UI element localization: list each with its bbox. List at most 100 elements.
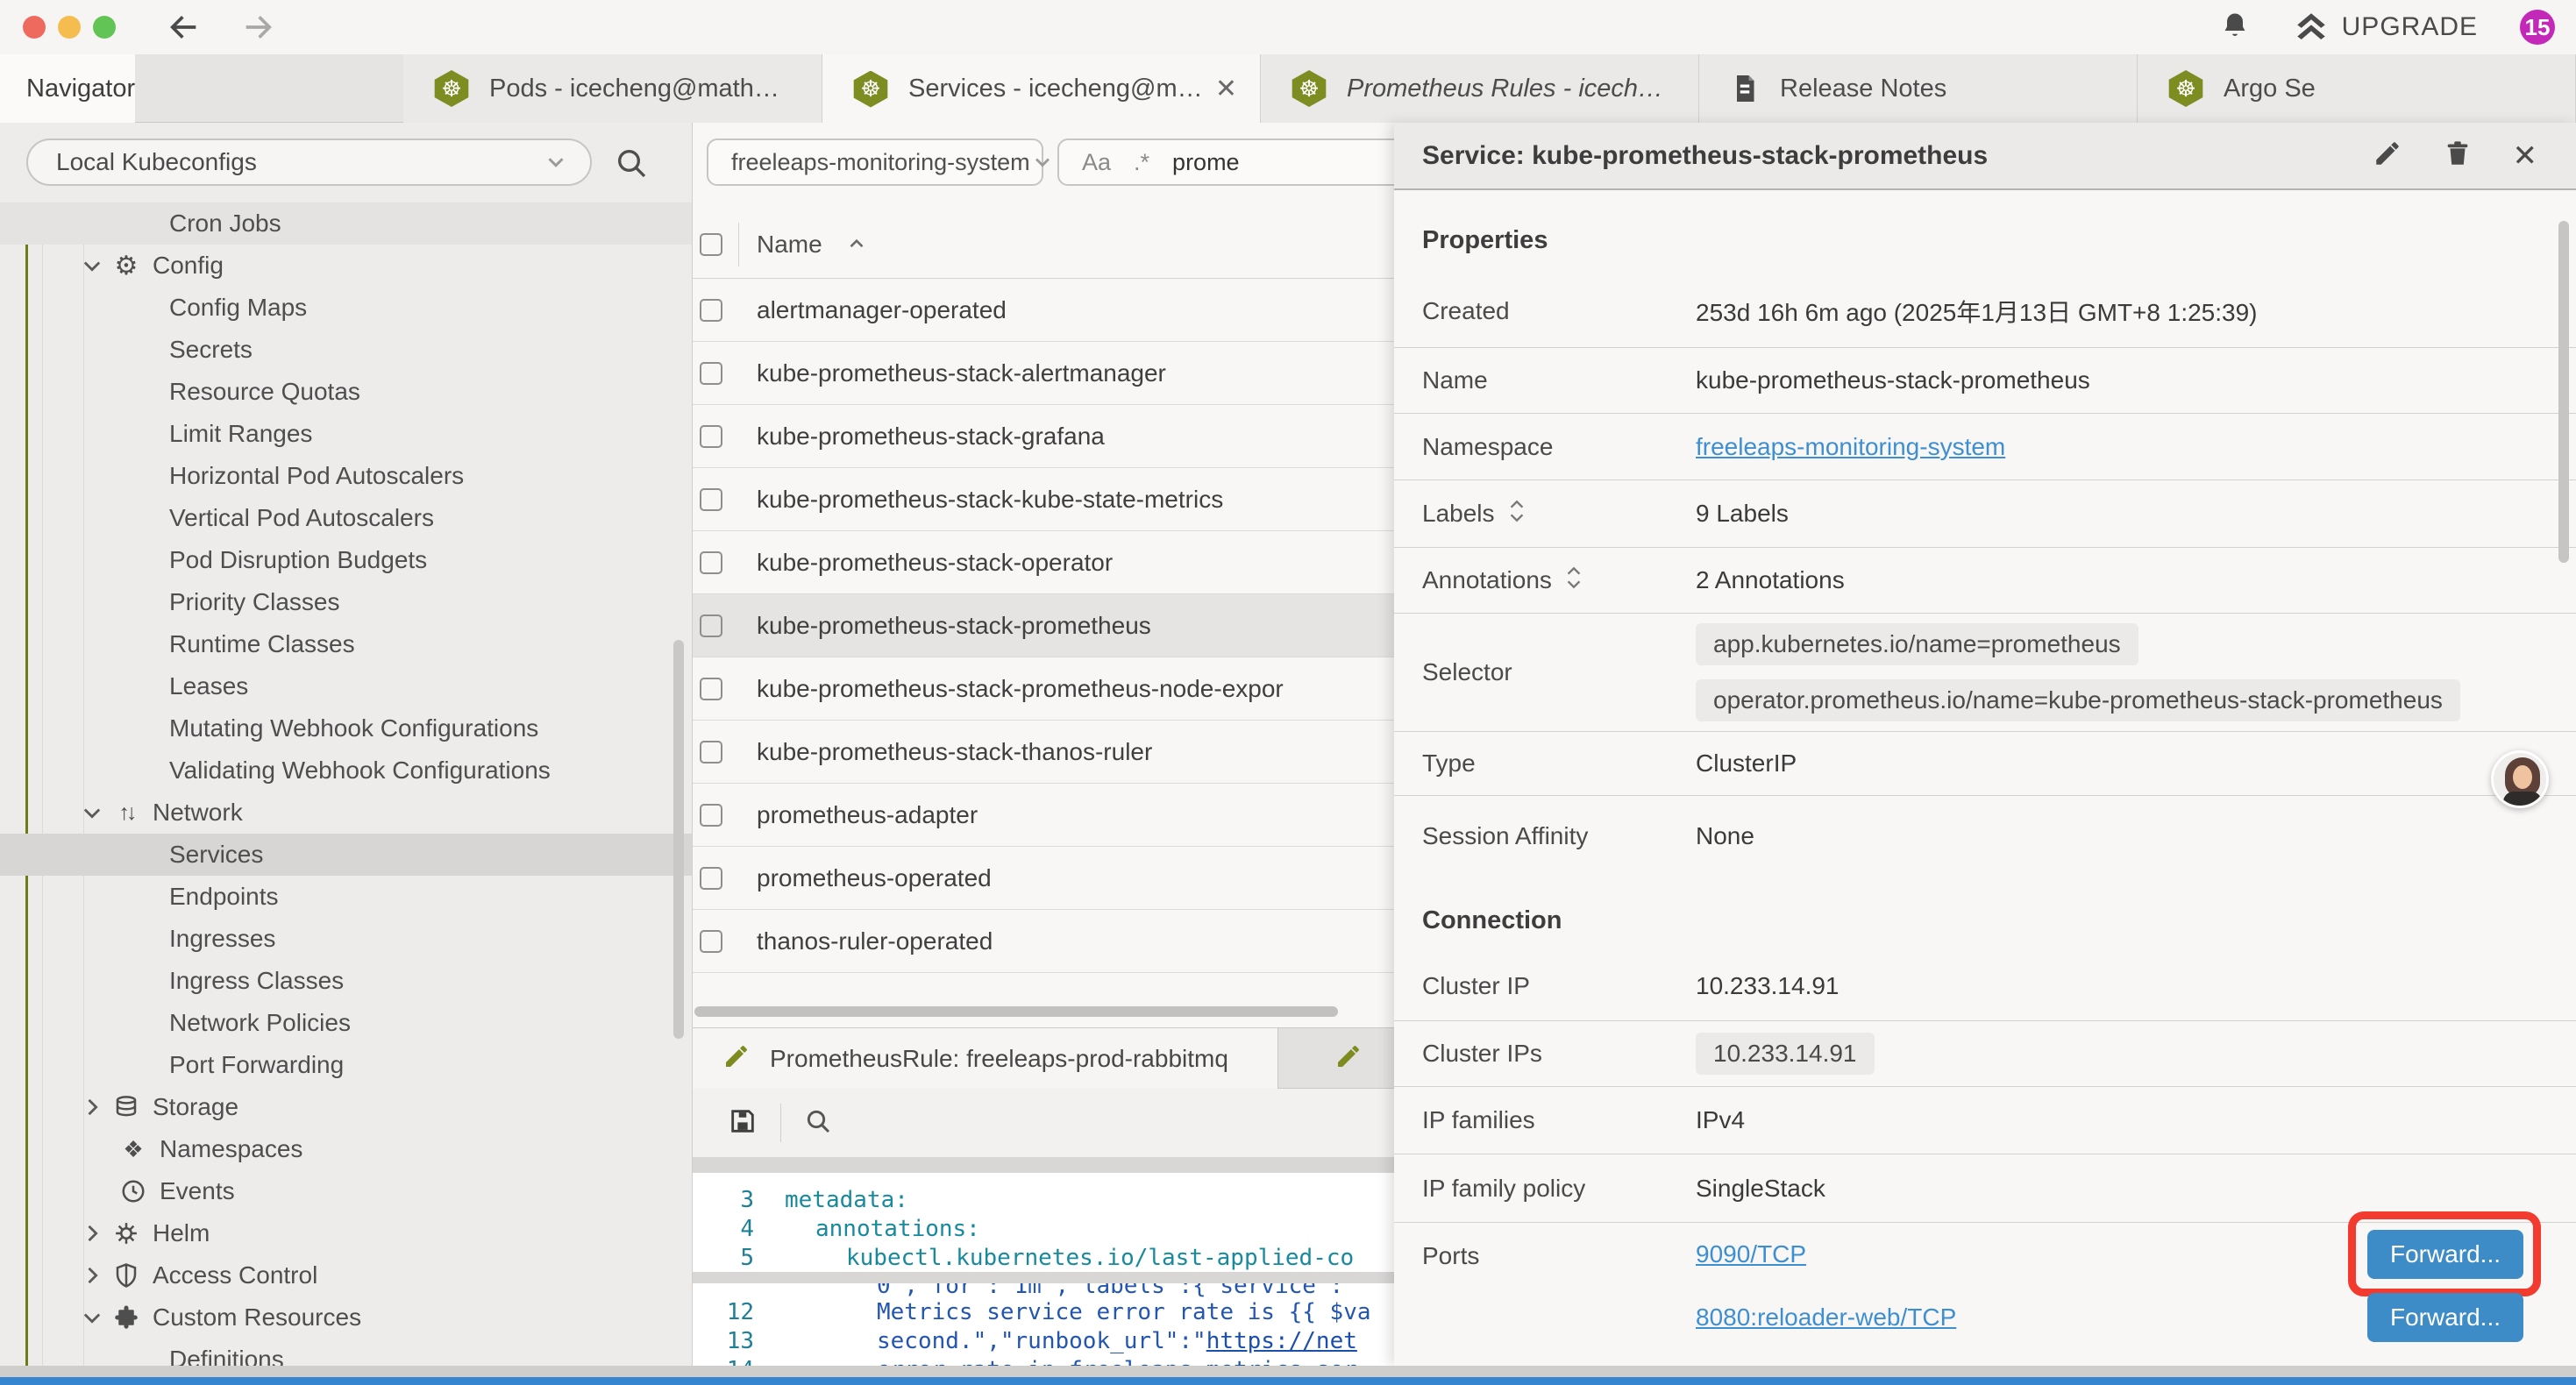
sidebar-item-ingress-classes[interactable]: Ingress Classes bbox=[0, 960, 693, 1002]
sidebar-item-events[interactable]: Events bbox=[0, 1170, 693, 1212]
delete-trash-icon[interactable] bbox=[2443, 138, 2473, 173]
sidebar-item-leases[interactable]: Leases bbox=[0, 665, 693, 707]
sidebar-item-helm[interactable]: Helm bbox=[0, 1212, 693, 1254]
dock-tab-2[interactable] bbox=[1278, 1028, 1394, 1088]
tab-prometheus-rules-icecheng[interactable]: ☸Prometheus Rules - icecheng... bbox=[1261, 54, 1699, 123]
sidebar-item-network-policies[interactable]: Network Policies bbox=[0, 1002, 693, 1044]
sidebar-item-endpoints[interactable]: Endpoints bbox=[0, 876, 693, 918]
sidebar-item-services[interactable]: Services bbox=[0, 834, 693, 876]
regex-toggle[interactable]: .* bbox=[1134, 149, 1149, 176]
tab-argo-se[interactable]: ☸Argo Se bbox=[2138, 54, 2576, 123]
sidebar-item-access-control[interactable]: Access Control bbox=[0, 1254, 693, 1296]
table-row-kube-prometheus-stack-alertmanager[interactable]: kube-prometheus-stack-alertmanager bbox=[693, 342, 1394, 405]
sidebar-item-pod-disruption-budgets[interactable]: Pod Disruption Budgets bbox=[0, 539, 693, 581]
notifications-badge[interactable]: 15 bbox=[2520, 10, 2555, 45]
edit-pencil-icon[interactable] bbox=[2373, 138, 2402, 173]
sidebar-item-limit-ranges[interactable]: Limit Ranges bbox=[0, 413, 693, 455]
row-checkbox[interactable] bbox=[700, 488, 722, 511]
tab-services-icecheng-math[interactable]: ☸Services - icecheng@math...✕ bbox=[822, 54, 1261, 124]
chevron-right-icon[interactable] bbox=[77, 1221, 107, 1246]
table-row-prometheus-adapter[interactable]: prometheus-adapter bbox=[693, 784, 1394, 847]
table-horizontal-scrollbar[interactable] bbox=[694, 1006, 1338, 1017]
sidebar-item-validating-webhook-configurations[interactable]: Validating Webhook Configurations bbox=[0, 749, 693, 792]
navigator-panel-tab[interactable]: Navigator bbox=[0, 54, 135, 123]
editor-search-icon[interactable] bbox=[804, 1107, 832, 1140]
sidebar-item-priority-classes[interactable]: Priority Classes bbox=[0, 581, 693, 623]
editor-scrollbar-band[interactable] bbox=[693, 1157, 1394, 1173]
row-checkbox[interactable] bbox=[700, 930, 722, 953]
table-row-kube-prometheus-stack-operator[interactable]: kube-prometheus-stack-operator bbox=[693, 531, 1394, 594]
row-checkbox[interactable] bbox=[700, 299, 722, 322]
row-checkbox[interactable] bbox=[700, 425, 722, 448]
sidebar-scrollbar[interactable] bbox=[673, 640, 684, 1039]
forward-button[interactable]: Forward... bbox=[2367, 1230, 2523, 1279]
row-checkbox[interactable] bbox=[700, 551, 722, 574]
sidebar-item-namespaces[interactable]: ❖Namespaces bbox=[0, 1128, 693, 1170]
avatar[interactable] bbox=[2491, 750, 2549, 808]
search-icon[interactable] bbox=[614, 146, 649, 185]
table-row-prometheus-operated[interactable]: prometheus-operated bbox=[693, 847, 1394, 910]
table-row-kube-prometheus-stack-kube-state-metrics[interactable]: kube-prometheus-stack-kube-state-metrics bbox=[693, 468, 1394, 531]
search-input[interactable]: Aa .* prome bbox=[1057, 138, 1394, 186]
save-icon[interactable] bbox=[728, 1106, 758, 1140]
sidebar-item-ingresses[interactable]: Ingresses bbox=[0, 918, 693, 960]
expand-collapse-icon[interactable] bbox=[1507, 498, 1526, 530]
port-link[interactable]: 9090/TCP bbox=[1696, 1240, 2367, 1268]
minimize-window-button[interactable] bbox=[58, 16, 81, 39]
forward-arrow-icon[interactable] bbox=[240, 10, 275, 45]
sidebar-item-definitions[interactable]: Definitions bbox=[0, 1339, 693, 1366]
sidebar-item-runtime-classes[interactable]: Runtime Classes bbox=[0, 623, 693, 665]
sidebar-item-custom-resources[interactable]: Custom Resources bbox=[0, 1296, 693, 1339]
sidebar-item-config[interactable]: ⚙Config bbox=[0, 245, 693, 287]
bell-icon[interactable] bbox=[2219, 10, 2251, 46]
table-row-thanos-ruler-operated[interactable]: thanos-ruler-operated bbox=[693, 910, 1394, 973]
drawer-scrollbar[interactable] bbox=[2558, 221, 2569, 563]
table-row-kube-prometheus-stack-thanos-ruler[interactable]: kube-prometheus-stack-thanos-ruler bbox=[693, 721, 1394, 784]
sidebar-item-resource-quotas[interactable]: Resource Quotas bbox=[0, 371, 693, 413]
tab-release-notes[interactable]: Release Notes bbox=[1699, 54, 2138, 123]
sidebar-item-config-maps[interactable]: Config Maps bbox=[0, 287, 693, 329]
table-row-kube-prometheus-stack-grafana[interactable]: kube-prometheus-stack-grafana bbox=[693, 405, 1394, 468]
chevron-down-icon[interactable] bbox=[77, 253, 107, 278]
back-arrow-icon[interactable] bbox=[167, 10, 202, 45]
table-row-kube-prometheus-stack-prometheus[interactable]: kube-prometheus-stack-prometheus bbox=[693, 594, 1394, 657]
row-checkbox[interactable] bbox=[700, 867, 722, 890]
sidebar-item-network[interactable]: ↑↓Network bbox=[0, 792, 693, 834]
table-row-alertmanager-operated[interactable]: alertmanager-operated bbox=[693, 279, 1394, 342]
yaml-editor[interactable]: 3metadata:4annotations:5kubectl.kubernet… bbox=[693, 1173, 1394, 1366]
row-checkbox[interactable] bbox=[700, 804, 722, 827]
sidebar-item-cron-jobs[interactable]: Cron Jobs bbox=[0, 202, 693, 245]
row-checkbox[interactable] bbox=[700, 741, 722, 764]
column-header-name[interactable]: Name bbox=[757, 231, 868, 259]
port-link[interactable]: 8080:reloader-web/TCP bbox=[1696, 1303, 2367, 1332]
select-all-checkbox[interactable] bbox=[700, 233, 722, 256]
tab-pods-icecheng-mathmas[interactable]: ☸Pods - icecheng@mathmas... bbox=[403, 54, 822, 123]
close-icon[interactable]: ✕ bbox=[1215, 74, 1237, 104]
forward-button[interactable]: Forward... bbox=[2367, 1293, 2523, 1342]
match-case-toggle[interactable]: Aa bbox=[1082, 149, 1111, 176]
sidebar-item-vertical-pod-autoscalers[interactable]: Vertical Pod Autoscalers bbox=[0, 497, 693, 539]
row-checkbox[interactable] bbox=[700, 614, 722, 637]
table-row-kube-prometheus-stack-prometheus-node-expor[interactable]: kube-prometheus-stack-prometheus-node-ex… bbox=[693, 657, 1394, 721]
close-window-button[interactable] bbox=[23, 16, 46, 39]
sidebar-item-storage[interactable]: Storage bbox=[0, 1086, 693, 1128]
row-checkbox[interactable] bbox=[700, 362, 722, 385]
chevron-right-icon[interactable] bbox=[77, 1263, 107, 1288]
sidebar-item-horizontal-pod-autoscalers[interactable]: Horizontal Pod Autoscalers bbox=[0, 455, 693, 497]
sidebar-item-port-forwarding[interactable]: Port Forwarding bbox=[0, 1044, 693, 1086]
kubeconfig-select[interactable]: Local Kubeconfigs bbox=[26, 138, 592, 186]
sidebar-item-mutating-webhook-configurations[interactable]: Mutating Webhook Configurations bbox=[0, 707, 693, 749]
editor-horizontal-scrollbar[interactable] bbox=[693, 1272, 1394, 1283]
row-checkbox[interactable] bbox=[700, 678, 722, 700]
upgrade-button[interactable]: UPGRADE bbox=[2293, 9, 2478, 46]
chevron-right-icon[interactable] bbox=[77, 1095, 107, 1119]
namespace-link[interactable]: freeleaps-monitoring-system bbox=[1696, 433, 2005, 460]
dock-tab-prometheusrule[interactable]: PrometheusRule: freeleaps-prod-rabbitmq bbox=[693, 1028, 1278, 1090]
sidebar-item-secrets[interactable]: Secrets bbox=[0, 329, 693, 371]
chevron-down-icon[interactable] bbox=[77, 1305, 107, 1330]
maximize-window-button[interactable] bbox=[93, 16, 116, 39]
close-icon[interactable]: ✕ bbox=[2513, 138, 2538, 174]
namespace-select[interactable]: freeleaps-monitoring-system bbox=[707, 138, 1043, 186]
expand-collapse-icon[interactable] bbox=[1564, 565, 1583, 597]
chevron-down-icon[interactable] bbox=[77, 800, 107, 825]
